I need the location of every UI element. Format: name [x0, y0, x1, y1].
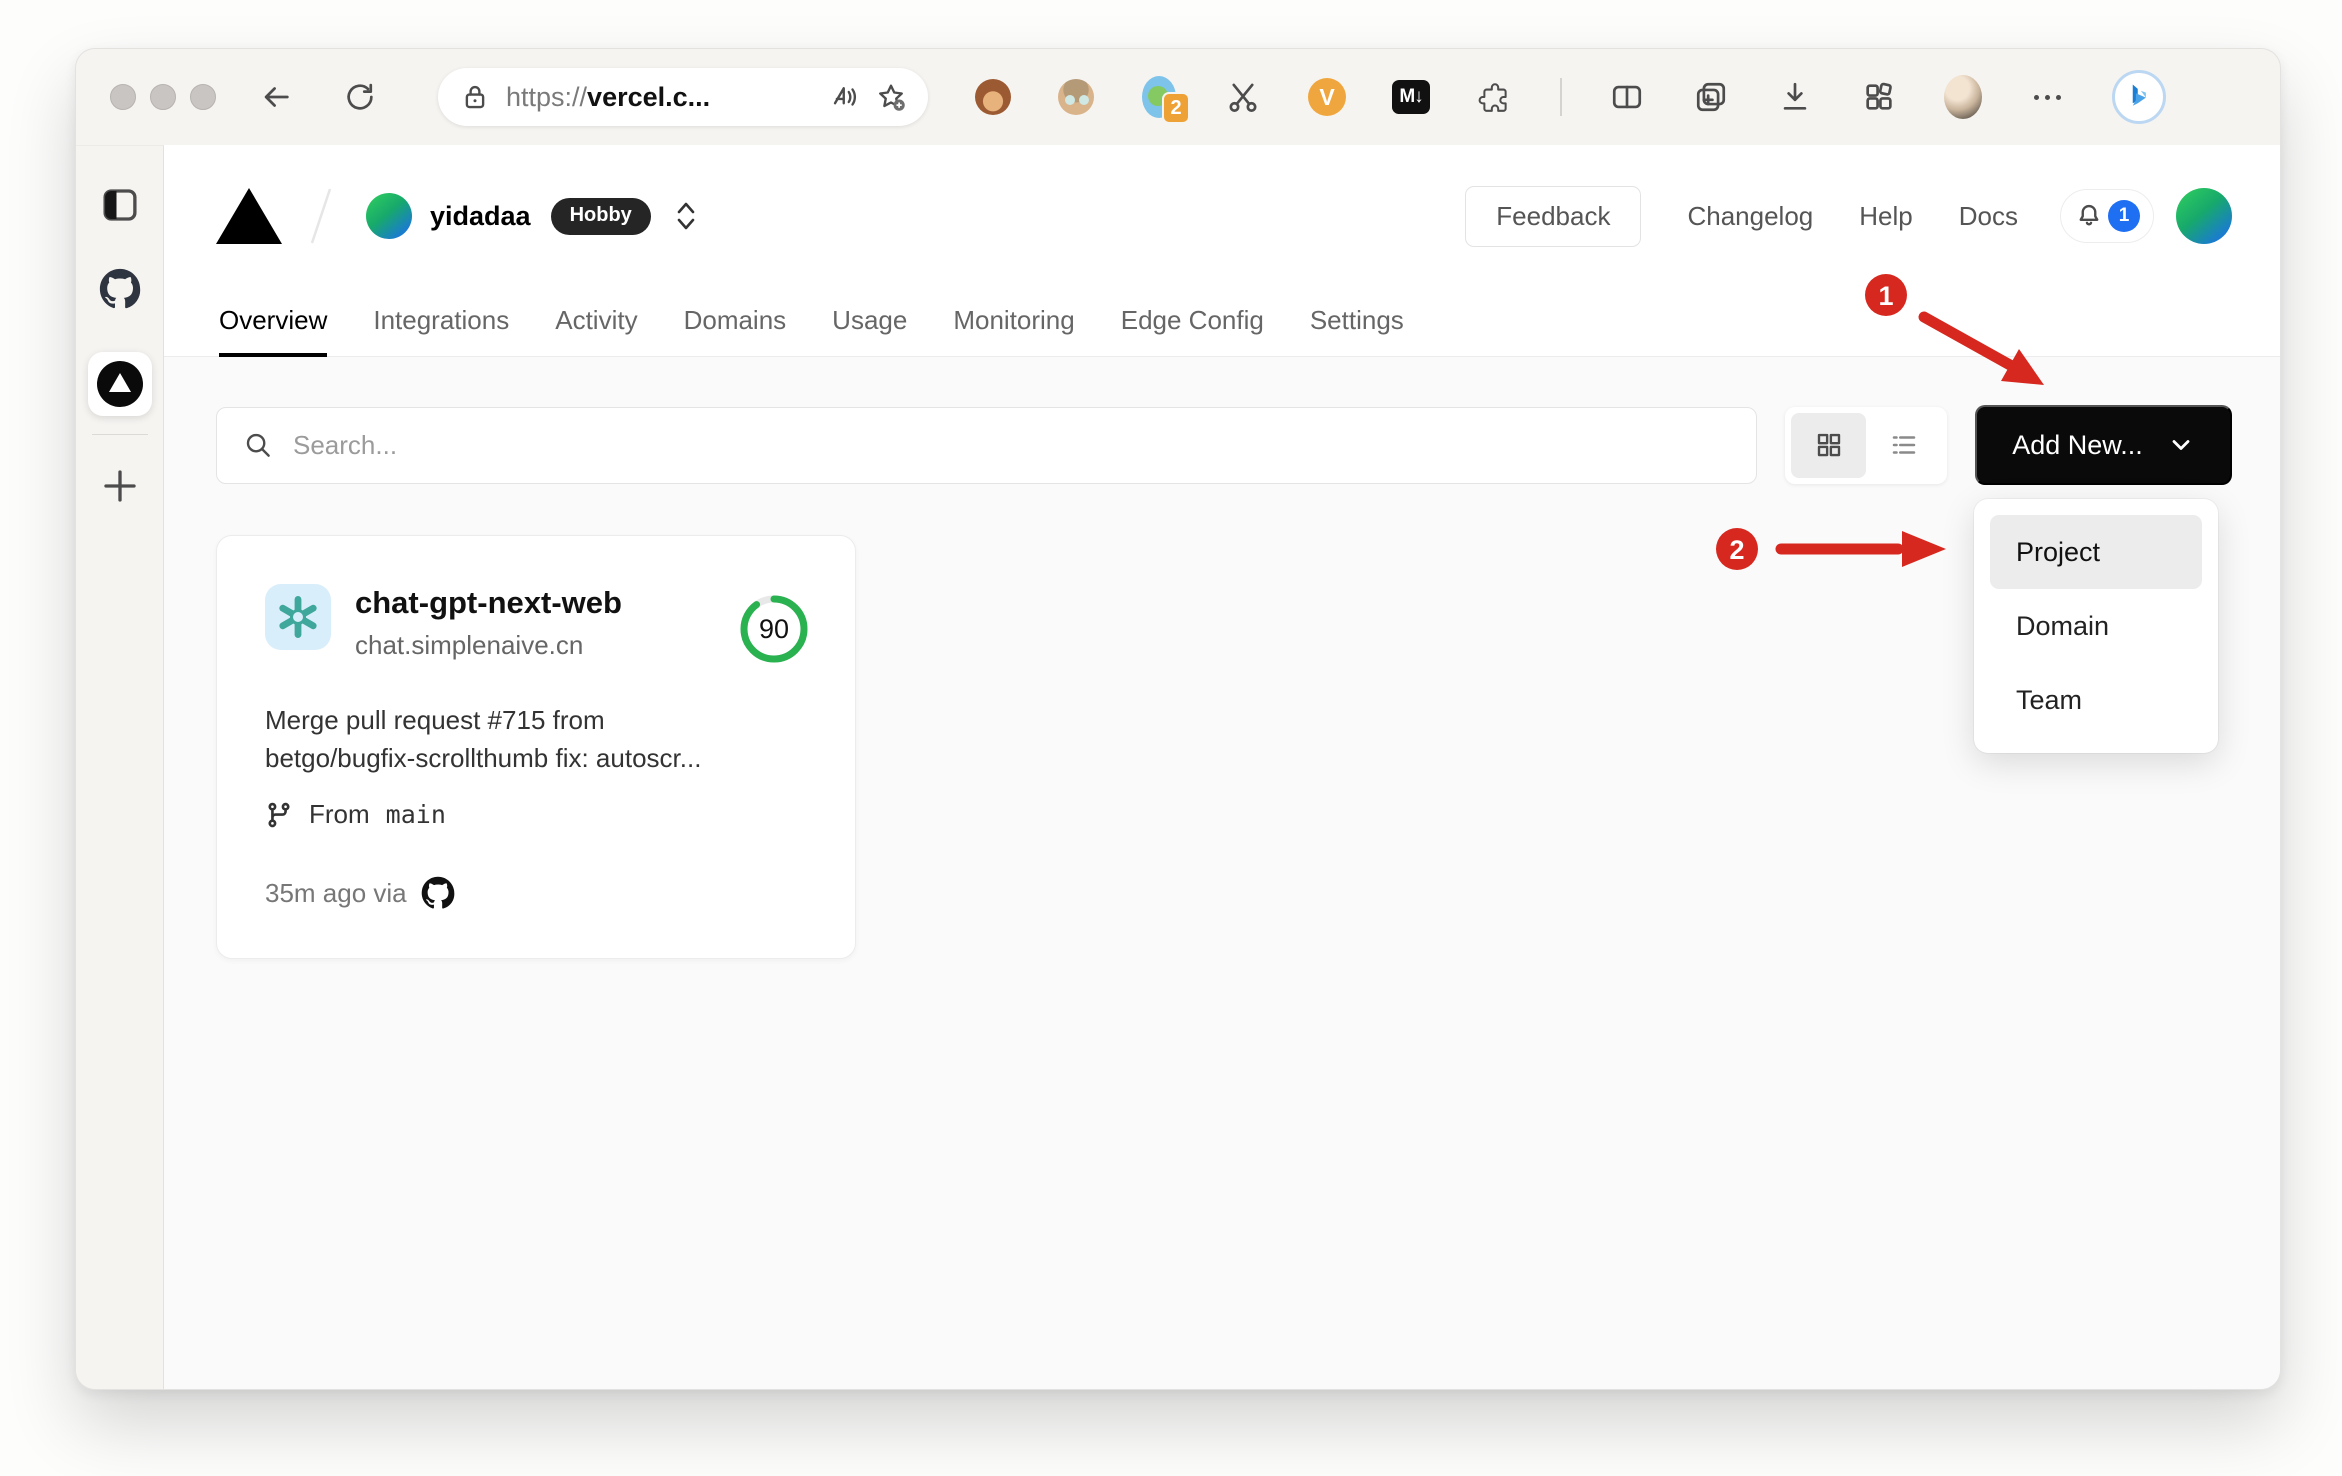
apps-icon[interactable]	[1860, 78, 1898, 116]
branch-row: From main	[265, 799, 807, 830]
user-extension-icon[interactable]	[1058, 79, 1094, 115]
docs-link[interactable]: Docs	[1959, 201, 2018, 232]
browser-profile-avatar[interactable]	[1944, 75, 1982, 119]
address-bar[interactable]: https://vercel.c...	[438, 68, 928, 126]
deploy-time: 35m ago via	[265, 877, 407, 908]
url-host: vercel.c...	[587, 81, 711, 112]
project-domain[interactable]: chat.simplenaive.cn	[355, 630, 622, 661]
changelog-link[interactable]: Changelog	[1687, 201, 1813, 232]
grid-view-icon	[1817, 433, 1840, 457]
analytics-score-value: 90	[758, 613, 790, 644]
vercel-tab-active[interactable]	[87, 352, 152, 416]
lock-icon	[465, 85, 485, 109]
collections-icon[interactable]	[1692, 78, 1730, 116]
list-view-icon	[1892, 436, 1915, 454]
team-avatar[interactable]	[366, 193, 412, 239]
clipper-extension-icon[interactable]	[1224, 78, 1262, 116]
commit-message: Merge pull request #715 from betgo/bugfi…	[265, 705, 702, 773]
search-icon	[246, 433, 270, 457]
split-screen-icon[interactable]	[1608, 78, 1646, 116]
list-view-button[interactable]	[1866, 413, 1941, 478]
tab-usage[interactable]: Usage	[832, 287, 907, 357]
tab-edge-config[interactable]: Edge Config	[1121, 287, 1264, 357]
toggle-pane-button[interactable]	[99, 184, 141, 226]
breadcrumb-slash	[310, 188, 332, 244]
search-box[interactable]	[216, 406, 1757, 484]
zoom-button[interactable]	[190, 84, 216, 110]
close-button[interactable]	[110, 84, 136, 110]
tab-settings[interactable]: Settings	[1310, 287, 1404, 357]
tampermonkey-extension-icon[interactable]	[974, 78, 1012, 116]
browser-toolbar: https://vercel.c... 2 V M↓	[76, 49, 2280, 145]
help-link[interactable]: Help	[1859, 201, 1912, 232]
plan-badge: Hobby	[550, 197, 651, 235]
dropdown-item-project[interactable]: Project	[1990, 515, 2202, 589]
team-name[interactable]: yidadaa	[430, 201, 531, 232]
notification-count-badge: 1	[2108, 200, 2140, 232]
git-branch-icon	[268, 802, 290, 827]
add-new-button[interactable]: Add New...	[1975, 405, 2232, 485]
vercel-dashboard: yidadaa Hobby Feedback Changelog Help Do…	[164, 145, 2280, 1389]
url-scheme: https://	[506, 81, 588, 112]
bing-chat-icon[interactable]	[2112, 70, 2166, 124]
project-card[interactable]: chat-gpt-next-web chat.simplenaive.cn 90…	[216, 535, 856, 959]
vercel-logo[interactable]	[216, 188, 282, 244]
team-switcher-icon[interactable]	[671, 199, 701, 233]
deploy-meta: 35m ago via	[265, 876, 807, 910]
vercel-icon	[96, 361, 143, 407]
downloads-icon[interactable]	[1776, 78, 1814, 116]
vercel-header: yidadaa Hobby Feedback Changelog Help Do…	[164, 145, 2280, 357]
view-toggle	[1785, 406, 1947, 484]
analytics-score-ring[interactable]: 90	[737, 592, 811, 666]
search-input[interactable]	[293, 429, 1730, 461]
markdown-download-extension-icon[interactable]: M↓	[1392, 78, 1430, 116]
traffic-lights	[110, 84, 216, 110]
minimize-button[interactable]	[150, 84, 176, 110]
github-tab-icon[interactable]	[99, 268, 141, 310]
extension-icons: 2 V M↓	[974, 70, 2166, 124]
read-aloud-icon[interactable]	[830, 82, 860, 112]
dropdown-item-domain[interactable]: Domain	[1990, 589, 2202, 663]
tab-domains[interactable]: Domains	[684, 287, 787, 357]
add-new-label: Add New...	[2012, 429, 2143, 460]
grid-view-button[interactable]	[1791, 412, 1866, 478]
project-name[interactable]: chat-gpt-next-web	[355, 584, 622, 622]
tab-monitoring[interactable]: Monitoring	[953, 287, 1074, 357]
extensions-puzzle-icon[interactable]	[1476, 78, 1514, 116]
more-menu-icon[interactable]	[2028, 78, 2066, 116]
toolbar-divider	[1560, 78, 1562, 116]
extension-badge: 2	[1162, 92, 1190, 124]
profile-extension-icon[interactable]: 2	[1140, 76, 1190, 124]
sidebar-divider	[91, 434, 148, 435]
user-avatar[interactable]	[2176, 188, 2232, 244]
url-text: https://vercel.c...	[506, 82, 814, 113]
favorites-icon[interactable]	[876, 82, 906, 112]
branch-from-label: From	[309, 799, 370, 829]
tab-overview[interactable]: Overview	[219, 287, 328, 357]
github-icon	[421, 876, 454, 909]
dashboard-tabs: Overview Integrations Activity Domains U…	[216, 287, 2232, 357]
chevron-down-icon	[2172, 440, 2190, 450]
tab-integrations[interactable]: Integrations	[373, 287, 509, 357]
tab-activity[interactable]: Activity	[555, 287, 637, 357]
project-logo-openai-icon	[265, 584, 331, 650]
browser-window: https://vercel.c... 2 V M↓ yidadaa Hobby…	[75, 48, 2281, 1390]
branch-name: main	[385, 800, 446, 829]
bell-icon	[2079, 204, 2099, 226]
back-button[interactable]	[254, 75, 298, 119]
v-extension-icon[interactable]: V	[1308, 78, 1346, 116]
browser-side-tab-bar	[76, 145, 164, 1389]
refresh-button[interactable]	[338, 75, 382, 119]
dropdown-item-team[interactable]: Team	[1990, 663, 2202, 737]
new-tab-button[interactable]	[99, 465, 141, 507]
feedback-button[interactable]: Feedback	[1465, 185, 1642, 247]
notifications-button[interactable]: 1	[2060, 189, 2154, 243]
add-new-dropdown: Project Domain Team	[1974, 499, 2218, 753]
